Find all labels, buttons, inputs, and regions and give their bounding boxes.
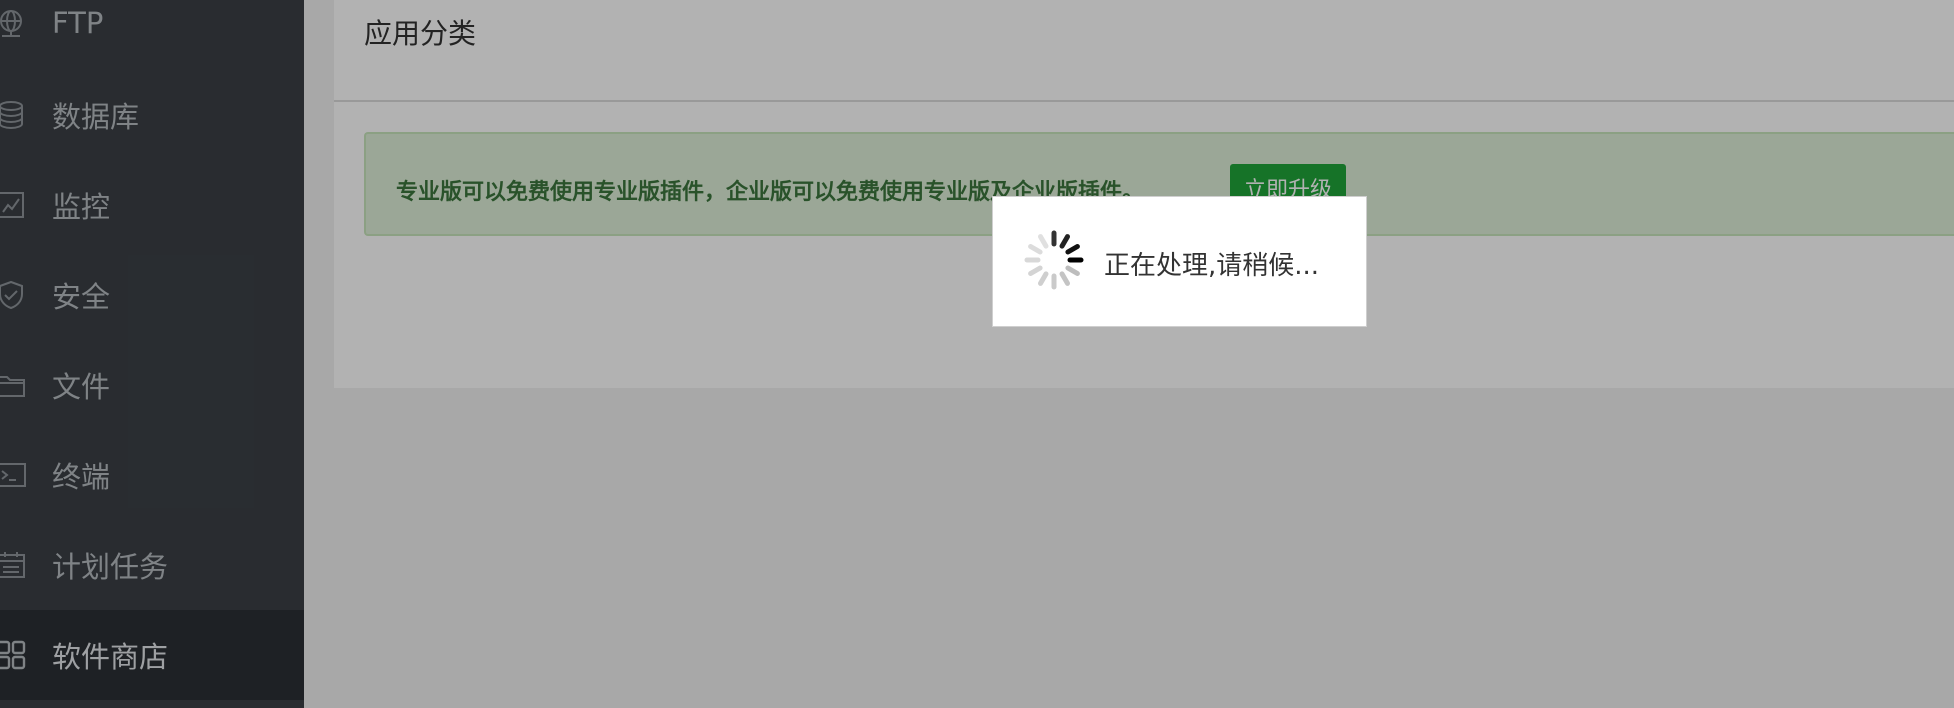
loading-dialog: 正在处理,请稍候... <box>992 196 1367 327</box>
loading-spinner-icon <box>1024 230 1084 290</box>
loading-text: 正在处理,请稍候... <box>1104 251 1320 281</box>
modal-overlay <box>0 0 1954 708</box>
